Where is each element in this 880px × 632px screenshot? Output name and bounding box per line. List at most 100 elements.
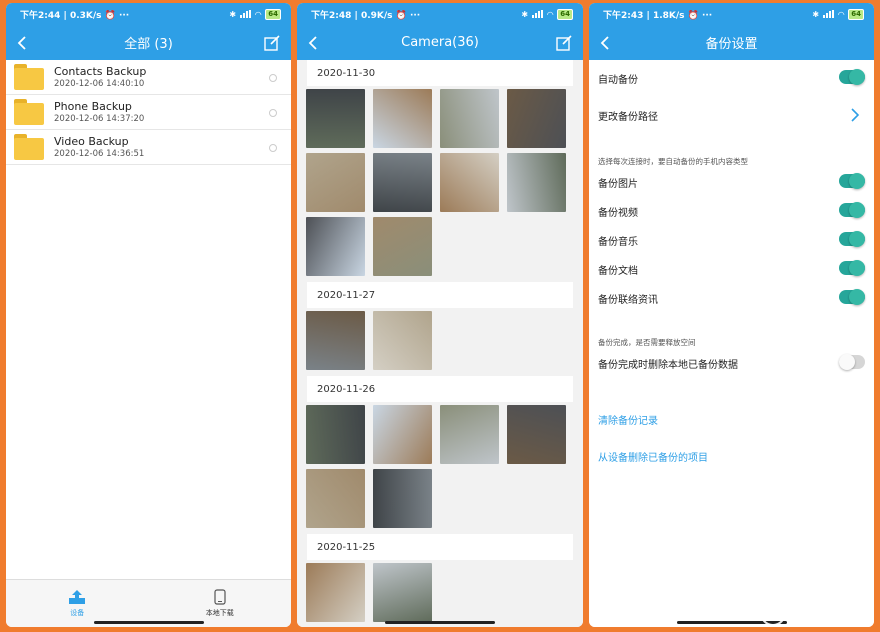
photo-thumbnail[interactable] — [507, 89, 566, 148]
delete-backed-up-items-link[interactable]: 从设备删除已备份的项目 — [598, 449, 708, 464]
wifi-icon: ◠ — [838, 9, 845, 19]
photo-thumbnail[interactable] — [306, 89, 365, 148]
setting-backup-photos[interactable]: 备份图片 — [598, 172, 865, 192]
folder-icon — [14, 64, 44, 90]
watermark-text: 什么值得买 — [789, 605, 870, 624]
page-title: 全部 (3) — [124, 37, 173, 52]
photo-thumbnail[interactable] — [440, 153, 499, 212]
folder-icon — [14, 99, 44, 125]
phone-icon — [214, 589, 226, 605]
home-indicator — [385, 621, 495, 624]
photo-thumbnail[interactable] — [373, 405, 432, 464]
edit-icon[interactable] — [555, 34, 573, 52]
photo-grid — [297, 308, 583, 376]
clear-backup-record-link[interactable]: 清除备份记录 — [598, 412, 658, 427]
photo-thumbnail[interactable] — [373, 153, 432, 212]
status-time: 下午2:48 | 0.9K/s ⏰ ··· — [311, 10, 421, 21]
setting-auto-backup[interactable]: 自动备份 — [598, 68, 865, 88]
photo-thumbnail[interactable] — [306, 405, 365, 464]
battery-icon: 64 — [265, 8, 281, 20]
photo-thumbnail[interactable] — [373, 469, 432, 528]
photo-thumbnail[interactable] — [306, 217, 365, 276]
list-item[interactable]: Video Backup 2020-12-06 14:36:51 — [6, 130, 291, 165]
date-group-header: 2020-11-25 — [307, 534, 573, 560]
home-indicator — [93, 621, 204, 624]
setting-label: 备份音乐 — [598, 236, 638, 248]
back-arrow-icon[interactable] — [597, 34, 615, 52]
photo-thumbnail[interactable] — [373, 217, 432, 276]
settings-list: 自动备份 更改备份路径 选择每次连接时，要自动备份的手机内容类型 备份图片 备份… — [589, 60, 874, 627]
file-date: 2020-12-06 14:40:10 — [54, 78, 145, 89]
backup-photos-toggle[interactable] — [839, 173, 865, 189]
navbar: 备份设置 — [589, 25, 874, 60]
tab-label: 本地下载 — [205, 609, 234, 617]
photo-thumbnail[interactable] — [306, 153, 365, 212]
setting-change-path[interactable]: 更改备份路径 — [598, 105, 865, 125]
file-list-screen: 下午2:44 | 0.3K/s ⏰ ··· ✱ ◠ 64 全部 (3) Cont… — [6, 3, 291, 627]
photo-thumbnail[interactable] — [507, 153, 566, 212]
folder-icon — [14, 134, 44, 160]
tab-label: 设备 — [70, 609, 85, 617]
status-icons: ✱ ◠ 64 — [812, 8, 864, 20]
select-radio[interactable] — [269, 109, 277, 117]
setting-backup-documents[interactable]: 备份文档 — [598, 259, 865, 279]
select-radio[interactable] — [269, 74, 277, 82]
photo-thumbnail[interactable] — [306, 563, 365, 622]
bluetooth-icon: ✱ — [229, 9, 237, 19]
setting-backup-contacts[interactable]: 备份联络资讯 — [598, 288, 865, 308]
status-bar: 下午2:48 | 0.9K/s ⏰ ··· ✱ ◠ 64 — [297, 3, 583, 25]
tab-local-download[interactable]: 本地下载 — [149, 580, 292, 627]
photo-thumbnail[interactable] — [306, 311, 365, 370]
select-radio[interactable] — [269, 144, 277, 152]
backup-videos-toggle[interactable] — [839, 202, 865, 218]
page-title: 备份设置 — [705, 37, 758, 52]
battery-icon: 64 — [848, 8, 864, 20]
list-item[interactable]: Contacts Backup 2020-12-06 14:40:10 — [6, 60, 291, 95]
setting-backup-music[interactable]: 备份音乐 — [598, 230, 865, 250]
setting-label: 自动备份 — [598, 74, 638, 86]
backup-contacts-toggle[interactable] — [839, 289, 865, 305]
page-title: Camera(36) — [401, 35, 479, 50]
setting-label: 备份联络资讯 — [598, 294, 658, 306]
file-name: Contacts Backup — [54, 64, 147, 78]
watermark: 值 什么值得买 — [759, 600, 870, 626]
photo-thumbnail[interactable] — [440, 89, 499, 148]
photo-thumbnail[interactable] — [373, 311, 432, 370]
backup-settings-screen: 下午2:43 | 1.8K/s ⏰ ··· ✱ ◠ 64 备份设置 自动备份 更… — [589, 3, 874, 627]
photo-thumbnail[interactable] — [373, 563, 432, 622]
photo-grid — [297, 402, 583, 534]
signal-icon — [240, 10, 252, 18]
navbar: 全部 (3) — [6, 25, 291, 60]
upload-icon — [69, 590, 86, 604]
setting-label: 更改备份路径 — [598, 111, 658, 123]
setting-backup-videos[interactable]: 备份视频 — [598, 201, 865, 221]
status-time: 下午2:44 | 0.3K/s ⏰ ··· — [20, 10, 130, 21]
photo-thumbnail[interactable] — [306, 469, 365, 528]
bottom-tab-bar: 设备 本地下载 — [6, 579, 291, 627]
status-bar: 下午2:43 | 1.8K/s ⏰ ··· ✱ ◠ 64 — [589, 3, 874, 25]
section-hint: 选择每次连接时，要自动备份的手机内容类型 — [598, 157, 748, 166]
battery-icon: 64 — [557, 8, 573, 20]
status-icons: ✱ ◠ 64 — [521, 8, 573, 20]
back-arrow-icon[interactable] — [14, 34, 32, 52]
signal-icon — [532, 10, 544, 18]
back-arrow-icon[interactable] — [305, 34, 323, 52]
auto-backup-toggle[interactable] — [839, 69, 865, 85]
setting-label: 备份视频 — [598, 207, 638, 219]
backup-documents-toggle[interactable] — [839, 260, 865, 276]
wifi-icon: ◠ — [255, 9, 262, 19]
edit-icon[interactable] — [263, 34, 281, 52]
status-icons: ✱ ◠ 64 — [229, 8, 281, 20]
setting-delete-local[interactable]: 备份完成时删除本地已备份数据 — [598, 353, 865, 373]
delete-local-toggle[interactable] — [839, 354, 865, 370]
tab-device[interactable]: 设备 — [6, 580, 149, 627]
setting-label: 备份图片 — [598, 178, 638, 190]
bluetooth-icon: ✱ — [812, 9, 820, 19]
photo-thumbnail[interactable] — [373, 89, 432, 148]
photo-thumbnail[interactable] — [440, 405, 499, 464]
wifi-icon: ◠ — [547, 9, 554, 19]
backup-music-toggle[interactable] — [839, 231, 865, 247]
photo-thumbnail[interactable] — [507, 405, 566, 464]
watermark-logo: 值 — [759, 600, 786, 626]
list-item[interactable]: Phone Backup 2020-12-06 14:37:20 — [6, 95, 291, 130]
